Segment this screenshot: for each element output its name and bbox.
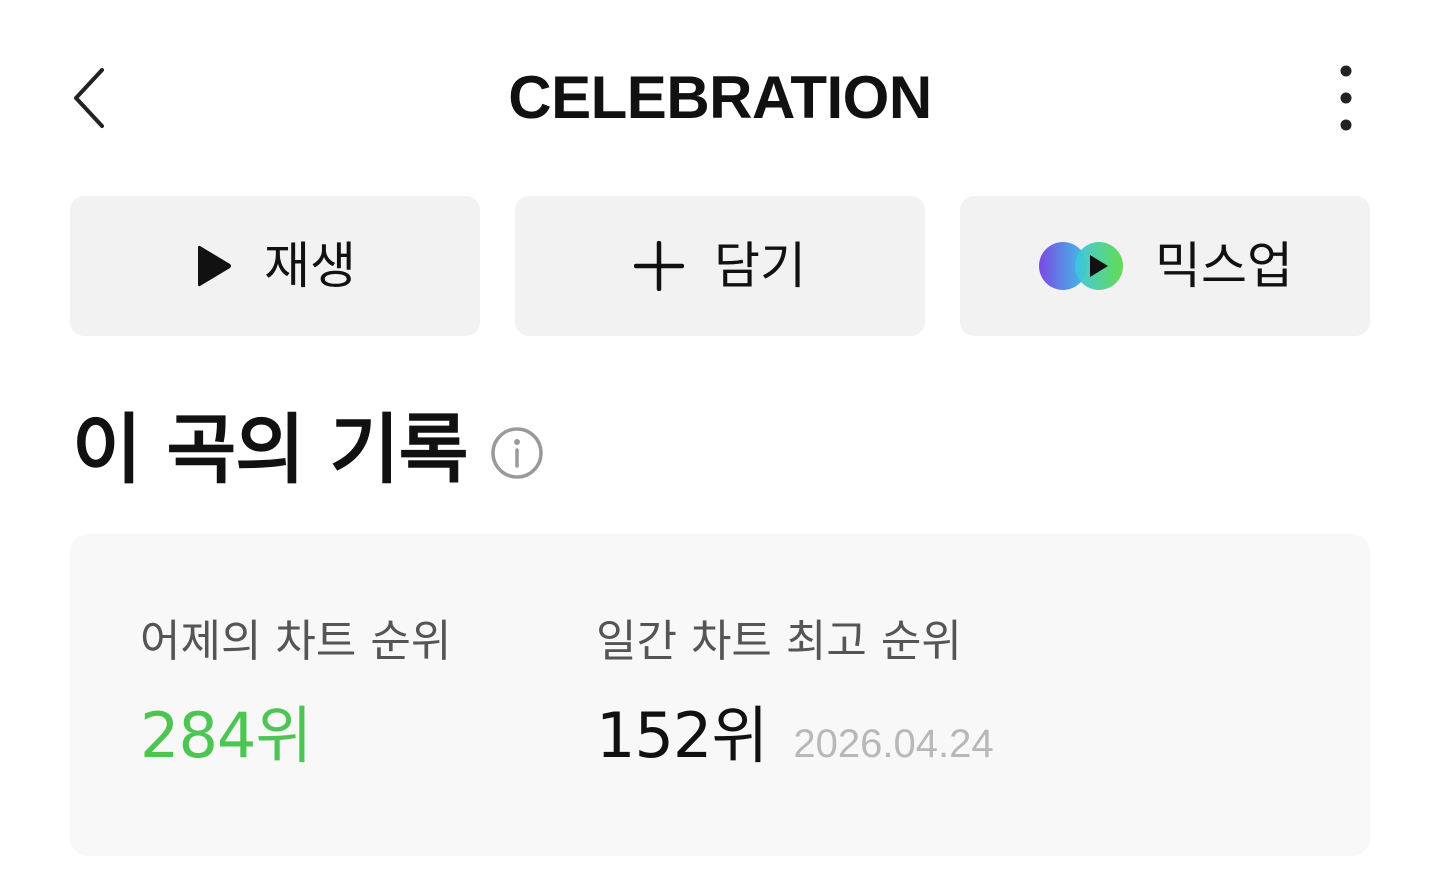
mixup-icon bbox=[1037, 240, 1125, 292]
section-title: 이 곡의 기록 bbox=[72, 405, 469, 494]
info-icon[interactable] bbox=[490, 426, 544, 480]
yesterday-rank-value: 284위 bbox=[140, 699, 312, 772]
yesterday-rank: 어제의 차트 순위 284위 bbox=[140, 614, 451, 772]
best-daily-rank: 일간 차트 최고 순위 152위 2026.04.24 bbox=[596, 614, 994, 772]
back-button[interactable] bbox=[58, 60, 122, 136]
best-daily-rank-value: 152위 bbox=[596, 699, 768, 772]
play-button[interactable]: 재생 bbox=[70, 196, 480, 336]
add-to-playlist-button[interactable]: 담기 bbox=[515, 196, 925, 336]
best-daily-rank-date: 2026.04.24 bbox=[793, 722, 994, 766]
mixup-label: 믹스업 bbox=[1155, 237, 1293, 295]
add-label: 담기 bbox=[714, 237, 806, 295]
yesterday-rank-label: 어제의 차트 순위 bbox=[140, 616, 452, 667]
mixup-button[interactable]: 믹스업 bbox=[960, 196, 1370, 336]
more-options-button[interactable] bbox=[1318, 60, 1374, 136]
play-label: 재생 bbox=[264, 237, 356, 295]
chevron-left-icon bbox=[74, 68, 104, 128]
best-daily-rank-value-row: 152위 2026.04.24 bbox=[596, 700, 994, 772]
page-title: CELEBRATION bbox=[508, 64, 932, 131]
yesterday-rank-value-row: 284위 bbox=[140, 700, 451, 772]
top-bar: CELEBRATION bbox=[0, 40, 1440, 156]
action-buttons: 재생 담기 믹스업 bbox=[70, 196, 1370, 336]
play-icon bbox=[194, 242, 234, 290]
best-daily-rank-label: 일간 차트 최고 순위 bbox=[596, 616, 962, 667]
plus-icon bbox=[634, 241, 684, 291]
song-record-heading: 이 곡의 기록 bbox=[72, 404, 544, 496]
chart-record-card: 어제의 차트 순위 284위 일간 차트 최고 순위 152위 2026.04.… bbox=[70, 534, 1370, 856]
more-vertical-icon bbox=[1340, 65, 1352, 131]
